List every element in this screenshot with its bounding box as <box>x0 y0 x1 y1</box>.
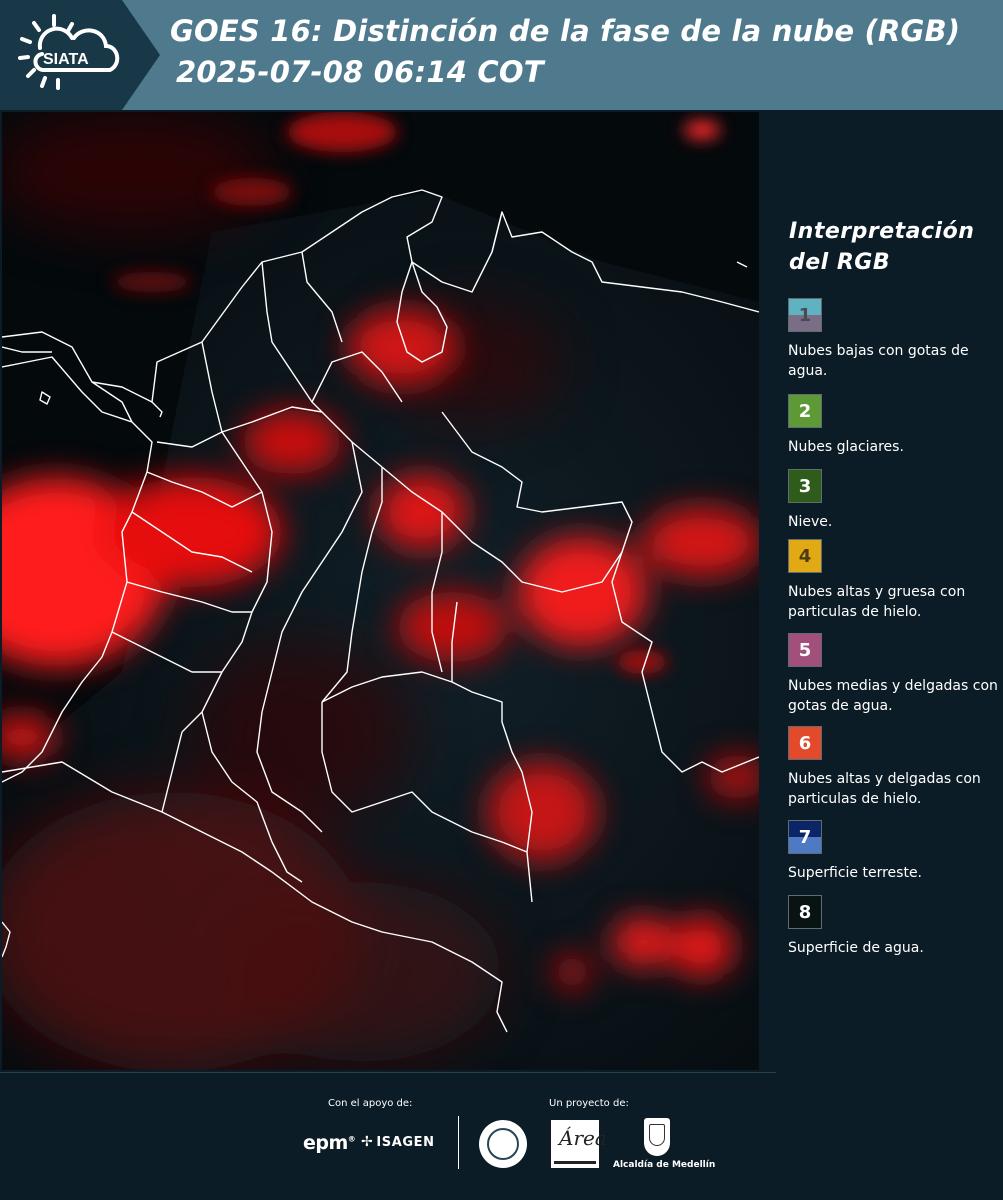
legend-item: 5 Nubes medias y delgadas con gotas de a… <box>788 633 1000 716</box>
epm-logo: epm® <box>303 1132 356 1154</box>
legend-item: 1 Nubes bajas con gotas de agua. <box>788 298 1000 381</box>
legend-label: Nubes glaciares. <box>788 439 904 455</box>
legend-title: Interpretación del RGB <box>789 219 975 275</box>
legend-label: Nubes altas y delgadas con particulas de… <box>788 771 981 807</box>
legend-item: 2 Nubes glaciares. <box>788 394 1000 457</box>
legend-panel: Interpretación del RGB 1 Nubes bajas con… <box>760 112 1003 1070</box>
footer-top-line <box>0 1072 776 1073</box>
legend-swatch: 4 <box>788 539 822 573</box>
header: SIATA GOES 16: Distinción de la fase de … <box>0 0 1003 110</box>
legend-swatch: 8 <box>788 895 822 929</box>
legend-label: Nubes altas y gruesa con particulas de h… <box>788 584 966 620</box>
support-label: Con el apoyo de: <box>328 1098 413 1109</box>
alcaldia-shield-icon <box>644 1118 670 1156</box>
legend-label: Nubes medias y delgadas con gotas de agu… <box>788 678 998 714</box>
epm-logo-text: epm <box>303 1132 348 1154</box>
area-logo-mark: Área <box>559 1126 607 1150</box>
isagen-logo-text: ISAGEN <box>376 1135 435 1150</box>
legend-label: Nubes bajas con gotas de agua. <box>788 343 969 379</box>
footer: Con el apoyo de: Un proyecto de: epm® ✢ I… <box>0 1072 1003 1200</box>
siata-logo: SIATA <box>18 14 120 90</box>
legend-number: 2 <box>798 401 812 422</box>
legend-swatch: 1 <box>788 298 822 332</box>
legend-number: 8 <box>798 902 812 923</box>
legend-item: 8 Superficie de agua. <box>788 895 1000 958</box>
isagen-mark-icon: ✢ <box>361 1134 374 1150</box>
legend-swatch: 3 <box>788 469 822 503</box>
legend-label: Superficie terreste. <box>788 865 923 881</box>
legend-item: 3 Nieve. <box>788 469 1000 532</box>
legend-number: 5 <box>798 640 812 661</box>
legend-number: 4 <box>798 546 812 567</box>
legend-item: 7 Superficie terreste. <box>788 820 1000 883</box>
satellite-image <box>2 112 759 1070</box>
area-metropolitana-logo: Área <box>551 1120 607 1168</box>
legend-item: 4 Nubes altas y gruesa con particulas de… <box>788 539 1000 622</box>
siata-logo-text: SIATA <box>43 51 89 68</box>
legend-swatch: 7 <box>788 820 822 854</box>
legend-swatch: 2 <box>788 394 822 428</box>
legend-number: 1 <box>798 305 812 326</box>
alcaldia-label: Alcaldía de Medellín <box>613 1160 716 1170</box>
satellite-map[interactable] <box>2 112 759 1070</box>
legend-number: 7 <box>798 827 812 848</box>
legend-swatch: 6 <box>788 726 822 760</box>
legend-number: 6 <box>798 733 812 754</box>
legend-swatch: 5 <box>788 633 822 667</box>
page: SIATA GOES 16: Distinción de la fase de … <box>0 0 1003 1200</box>
isagen-logo: ✢ ISAGEN <box>361 1134 435 1150</box>
project-label: Un proyecto de: <box>549 1098 629 1109</box>
page-timestamp: 2025-07-08 06:14 COT <box>176 55 544 89</box>
legend-item: 6 Nubes altas y delgadas con particulas … <box>788 726 1000 809</box>
legend-label: Nieve. <box>788 514 833 530</box>
legend-number: 3 <box>798 476 812 497</box>
footer-divider <box>458 1116 459 1169</box>
legend-label: Superficie de agua. <box>788 940 924 956</box>
seal-logo-icon <box>479 1120 527 1168</box>
page-title: GOES 16: Distinción de la fase de la nub… <box>170 14 961 48</box>
